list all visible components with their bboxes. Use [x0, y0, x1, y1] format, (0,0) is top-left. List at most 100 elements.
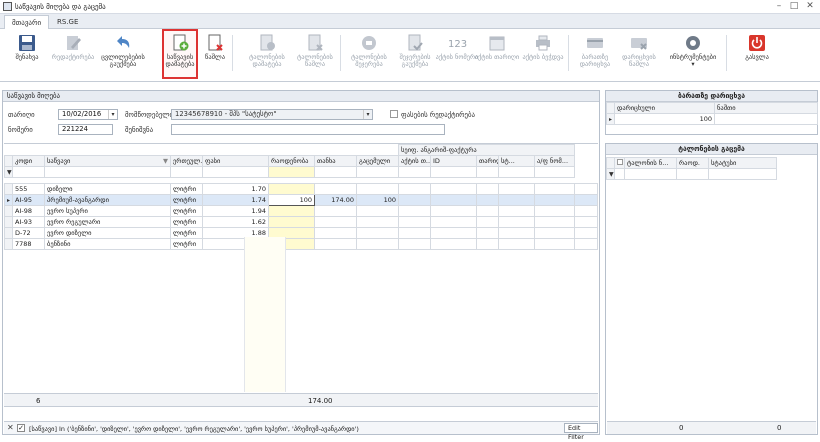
cell[interactable] [534, 194, 575, 206]
auto-filter-row[interactable]: ▼ [606, 168, 777, 180]
charged-header[interactable]: დარიცხული [614, 102, 715, 114]
balance-header[interactable]: ნაშთი [714, 102, 818, 114]
filter-cell[interactable] [430, 166, 477, 178]
cell[interactable] [574, 183, 598, 195]
price-cell[interactable]: 1.74 [202, 194, 269, 206]
cell[interactable] [476, 238, 499, 250]
charged-value[interactable]: 100 [614, 113, 715, 125]
amount-cell[interactable] [314, 205, 357, 217]
table-row[interactable]: D-72 ევრო დიზელი ლიტრი 1.88 [4, 227, 598, 239]
cell[interactable] [430, 227, 477, 239]
unit-cell[interactable]: ლიტრი [170, 227, 203, 239]
code-cell[interactable]: AI-95 [12, 194, 45, 206]
number-field[interactable]: 221224 [58, 124, 113, 135]
close-button[interactable]: ✕ [803, 1, 817, 12]
table-row[interactable]: AI-93 ევრო რეგულარი ლიტრი 1.62 [4, 216, 598, 228]
maximize-button[interactable]: □ [787, 1, 801, 12]
supplier-field[interactable]: 12345678910 - შპს "სატესტო" ▾ [171, 109, 373, 120]
cell[interactable] [534, 227, 575, 239]
column-header[interactable]: აქტის თ... [398, 155, 431, 167]
table-row[interactable]: 7788 ბენზინი ლიტრი 1.99 [4, 238, 598, 250]
filter-cell[interactable] [498, 166, 535, 178]
code-cell[interactable]: 7788 [12, 238, 45, 250]
add-coupons-button[interactable]: ტალონების დამატება [244, 31, 290, 75]
quantity-cell[interactable] [268, 216, 315, 228]
cell[interactable] [498, 183, 535, 195]
cell[interactable] [498, 227, 535, 239]
issued-cell[interactable]: 100 [356, 194, 399, 206]
cell[interactable] [476, 227, 499, 239]
cell[interactable] [476, 205, 499, 217]
table-row[interactable]: 555 დიზელი ლიტრი 1.70 [4, 183, 598, 195]
filter-cell[interactable] [534, 166, 575, 178]
cell[interactable] [534, 183, 575, 195]
issued-cell[interactable] [356, 216, 399, 228]
cell[interactable] [574, 205, 598, 217]
cell[interactable] [476, 183, 499, 195]
table-row[interactable]: AI-98 ევრო სუპერი ლიტრი 1.94 [4, 205, 598, 217]
select-all-checkbox[interactable] [614, 157, 625, 169]
cell[interactable] [574, 227, 598, 239]
issued-cell[interactable] [356, 183, 399, 195]
filter-cell[interactable] [398, 166, 431, 178]
filter-cell[interactable] [356, 166, 399, 178]
unit-cell[interactable]: ლიტრი [170, 238, 203, 250]
column-header[interactable]: ერთეულ... [170, 155, 203, 167]
fuel-cell[interactable]: ევრო რეგულარი [44, 216, 171, 228]
fuel-cell[interactable]: პრემიუმ-ავანგარდი [44, 194, 171, 206]
cell[interactable] [476, 194, 499, 206]
auto-filter-row[interactable]: ▼ [4, 166, 598, 178]
save-button[interactable]: შენახვა [4, 31, 50, 75]
cell[interactable] [398, 194, 431, 206]
column-header[interactable]: თანხა [314, 155, 357, 167]
undo-button[interactable]: ცვლილებების გაუქმება [100, 31, 146, 75]
tools-button[interactable]: ინსტრუმენტები ▾ [664, 31, 722, 75]
column-header[interactable]: ID [430, 155, 477, 167]
close-filter-icon[interactable]: ✕ [7, 423, 14, 432]
cell[interactable] [574, 238, 598, 250]
cell[interactable] [398, 183, 431, 195]
code-cell[interactable]: AI-98 [12, 205, 45, 217]
cell[interactable] [498, 205, 535, 217]
amount-cell[interactable] [314, 238, 357, 250]
cell[interactable] [398, 238, 431, 250]
column-header[interactable]: თარიღი [476, 155, 499, 167]
filter-cell[interactable] [202, 166, 269, 178]
column-header[interactable]: რაოდენობა [268, 155, 315, 167]
cell[interactable] [398, 216, 431, 228]
quantity-cell[interactable]: 100 [268, 194, 315, 206]
fuel-cell[interactable]: დიზელი [44, 183, 171, 195]
column-header[interactable]: საწვავი ▼ [44, 155, 171, 167]
cell[interactable] [498, 216, 535, 228]
fuel-cell[interactable]: ევრო დიზელი [44, 227, 171, 239]
price-cell[interactable]: 1.94 [202, 205, 269, 217]
amount-cell[interactable] [314, 216, 357, 228]
cell[interactable] [430, 216, 477, 228]
code-cell[interactable]: D-72 [12, 227, 45, 239]
price-cell[interactable]: 1.62 [202, 216, 269, 228]
cell[interactable] [430, 194, 477, 206]
filter-cell[interactable] [170, 166, 203, 178]
issued-cell[interactable] [356, 238, 399, 250]
filter-icon[interactable]: ▼ [163, 157, 168, 165]
fuel-cell[interactable]: ბენზინი [44, 238, 171, 250]
cell[interactable] [534, 205, 575, 217]
column-header[interactable]: კოდი [12, 155, 45, 167]
chevron-down-icon[interactable]: ▾ [108, 110, 117, 119]
unit-cell[interactable]: ლიტრი [170, 194, 203, 206]
column-header[interactable]: ა/ფ ნომ... [534, 155, 575, 167]
fuel-cell[interactable]: ევრო სუპერი [44, 205, 171, 217]
code-cell[interactable]: AI-93 [12, 216, 45, 228]
coupon-number-header[interactable]: ტალონის ნ... [624, 157, 677, 169]
cell[interactable] [534, 238, 575, 250]
note-field[interactable] [171, 124, 445, 135]
table-row-selected[interactable]: ▸ AI-95 პრემიუმ-ავანგარდი ლიტრი 1.74 100… [4, 194, 598, 206]
unit-cell[interactable]: ლიტრი [170, 205, 203, 217]
edit-button[interactable]: რედაქტირება [50, 31, 96, 75]
exit-button[interactable]: გასვლა [734, 31, 780, 75]
price-edit-checkbox[interactable] [390, 110, 398, 118]
coupon-quantity-header[interactable]: რაოდ. [676, 157, 709, 169]
unit-cell[interactable]: ლიტრი [170, 216, 203, 228]
amount-cell[interactable]: 174.00 [314, 194, 357, 206]
coupon-status-header[interactable]: სტატუსი [708, 157, 777, 169]
